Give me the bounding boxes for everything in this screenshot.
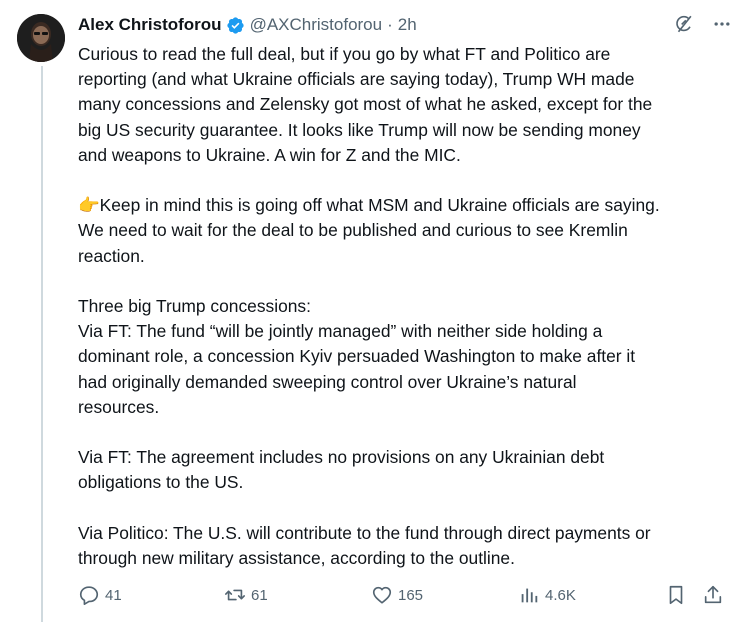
text-line: Three big Trump concessions: [78,296,311,316]
paragraph: Via Politico: The U.S. will contribute t… [78,521,730,571]
text-line: resources. [78,396,160,417]
text-line: reaction. [78,245,145,266]
tweet-text: Curious to read the full deal, but if yo… [78,42,730,596]
tweet-header: Alex Christoforou @AXChristoforou · 2h [78,12,734,38]
text-line: through new military assistance, accordi… [78,548,515,568]
header-actions [672,12,734,36]
repost-button[interactable]: 61 [224,582,268,608]
like-button[interactable]: 165 [371,582,423,608]
text-line: obligations to the US. [78,472,244,493]
tweet: Alex Christoforou @AXChristoforou · 2h C… [0,0,748,622]
text-line: Via Politico: The U.S. will contribute t… [78,522,651,543]
repost-icon [225,589,245,601]
text-line: We need to wait for the deal to be publi… [78,220,628,241]
avatar[interactable] [17,14,65,62]
author-name[interactable]: Alex Christoforou [78,15,222,35]
reply-icon [79,586,99,605]
text-line: big US security guarantee. It looks like… [78,119,641,140]
like-count: 165 [398,586,424,604]
views-icon [521,588,538,603]
text-line: dominant role, a concession Kyiv persuad… [78,346,636,367]
text-line: reporting (and what Ukraine officials ar… [78,69,635,90]
thread-line [41,66,43,622]
text-line: Via FT: The fund “will be jointly manage… [78,321,603,342]
reply-button[interactable]: 41 [78,582,122,608]
share-icon [704,585,722,604]
more-icon[interactable] [710,12,734,36]
text-line: 👉Keep in mind this is going off what MSM… [78,195,660,216]
repost-count: 61 [251,586,268,604]
timestamp[interactable]: 2h [398,15,417,35]
views-count: 4.6K [545,586,576,604]
grok-icon[interactable] [672,12,696,36]
action-bar: 41 61 165 4.6K [78,582,730,608]
bookmark-button[interactable] [665,582,687,608]
verified-badge-icon [226,16,245,35]
paragraph: Curious to read the full deal, but if yo… [78,42,730,168]
separator-dot: · [387,15,393,34]
views-button[interactable]: 4.6K [518,582,576,608]
share-button[interactable] [702,582,724,608]
text-line: many concessions and Zelensky got most o… [78,94,653,115]
reply-count: 41 [105,586,122,604]
paragraph: Three big Trump concessions: Via FT: The… [78,294,730,420]
paragraph: 👉Keep in mind this is going off what MSM… [78,193,730,269]
author-handle[interactable]: @AXChristoforou [250,15,383,35]
text-line: had originally demanded sweeping control… [78,371,577,392]
bookmark-icon [669,585,683,605]
like-icon [372,586,392,604]
text-line: Via FT: The agreement includes no provis… [78,447,605,468]
text-line: and weapons to Ukraine. A win for Z and … [78,144,461,165]
paragraph: Via FT: The agreement includes no provis… [78,445,730,495]
text-line: Curious to read the full deal, but if yo… [78,44,611,64]
avatar-image [17,14,65,62]
